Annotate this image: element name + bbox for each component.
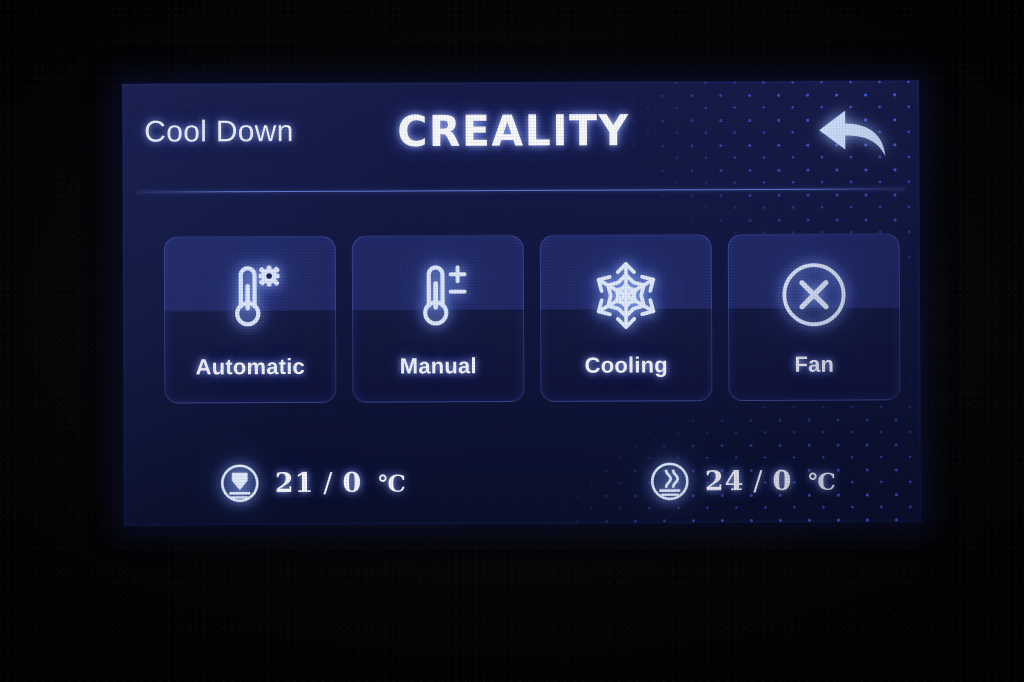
nozzle-temperature-values: 21/0 ℃ — [274, 467, 407, 499]
nozzle-current-temp: 21 — [274, 467, 315, 499]
thermometer-plus-minus-icon — [353, 250, 523, 343]
thermometer-gear-icon — [165, 251, 335, 344]
tile-label: Cooling — [584, 352, 668, 378]
bed-current-temp: 24 — [704, 465, 745, 497]
circle-x-icon — [729, 248, 899, 341]
snowflake-icon — [541, 249, 711, 342]
nozzle-icon — [220, 464, 259, 503]
screen-header: Cool Down CREALITY — [122, 80, 919, 193]
header-divider — [136, 188, 906, 193]
back-arrow-icon — [819, 110, 886, 157]
nozzle-temp-separator: / — [323, 467, 334, 499]
tile-label: Manual — [399, 353, 477, 379]
heated-bed-icon — [650, 462, 689, 501]
page-title: Cool Down — [144, 114, 294, 149]
tile-label: Fan — [794, 351, 835, 377]
nozzle-temperature-readout: 21/0 ℃ — [219, 462, 407, 505]
tile-fan[interactable]: Fan — [727, 233, 901, 402]
brand-logo-text: CREALITY — [397, 105, 630, 157]
printer-touchscreen: Cool Down CREALITY Automatic Manual Cool… — [122, 80, 921, 526]
bed-temp-unit: ℃ — [808, 468, 837, 496]
nozzle-temp-unit: ℃ — [378, 470, 407, 498]
tile-cooling[interactable]: Cooling — [539, 234, 713, 402]
bed-temperature-values: 24/0 ℃ — [704, 465, 837, 497]
tile-manual[interactable]: Manual — [351, 234, 525, 403]
tile-automatic[interactable]: Automatic — [163, 235, 337, 404]
bed-temp-separator: / — [753, 465, 764, 497]
brand-logo: CREALITY — [397, 105, 630, 157]
bed-temperature-readout: 24/0 ℃ — [649, 460, 837, 503]
bed-target-temp: 0 — [772, 465, 793, 497]
back-button[interactable] — [815, 106, 891, 162]
tile-label: Automatic — [195, 353, 306, 380]
action-tile-row: Automatic Manual Cooling Fan — [163, 233, 901, 404]
nozzle-target-temp: 0 — [342, 467, 363, 499]
